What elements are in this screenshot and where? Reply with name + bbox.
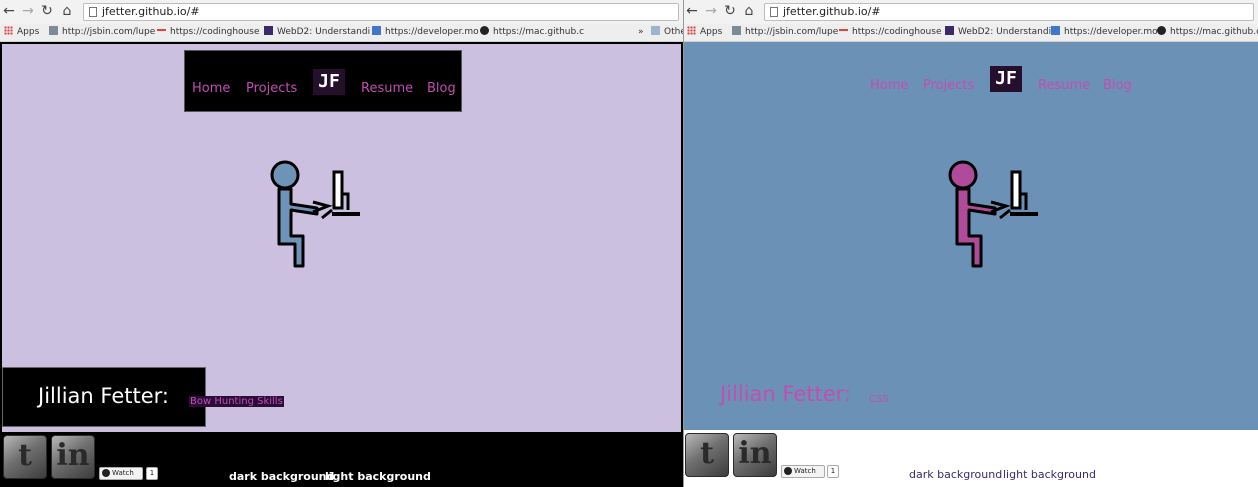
browser-window-right: ← → ↻ ⌂ jfetter.github.io/# Apps http://… [683, 0, 1258, 487]
bookmark-webd2[interactable]: WebD2: Understandi [264, 26, 370, 39]
address-bar-url: jfetter.github.io/# [783, 5, 881, 18]
back-arrow-icon[interactable]: ← [2, 3, 16, 19]
coder-at-computer-icon [270, 160, 360, 268]
site-owner-name: Jillian Fetter: [720, 382, 851, 406]
bookmark-codinghouse[interactable]: https://codinghouse [839, 26, 942, 39]
codinghouse-icon [157, 29, 166, 35]
codinghouse-icon [839, 29, 848, 35]
footer: t in Watch 1 dark background light backg… [2, 432, 681, 487]
rotating-skill: CSS [869, 394, 889, 405]
browser-window-left: ← → ↻ ⌂ jfetter.github.io/# Apps http://… [0, 0, 683, 487]
address-bar[interactable]: jfetter.github.io/# [83, 3, 679, 21]
jsbin-icon [49, 26, 58, 35]
github-icon [480, 26, 489, 35]
browser-toolbar: ← → ↻ ⌂ jfetter.github.io/# [684, 0, 1258, 24]
nav-projects[interactable]: Projects [923, 78, 974, 93]
dark-background-link[interactable]: dark background [229, 470, 334, 483]
nav-projects[interactable]: Projects [246, 81, 297, 96]
address-bar-url: jfetter.github.io/# [102, 5, 200, 18]
bookmark-developer[interactable]: https://developer.mo [1051, 26, 1158, 39]
light-background-link[interactable]: light background [1003, 468, 1096, 481]
mdn-icon [1051, 26, 1060, 35]
github-icon [1157, 26, 1166, 35]
home-icon[interactable]: ⌂ [60, 3, 74, 19]
bookmark-jsbin[interactable]: http://jsbin.com/lupe [732, 26, 838, 39]
nav-resume[interactable]: Resume [361, 81, 413, 96]
nav-blog[interactable]: Blog [1103, 78, 1132, 93]
bookmark-other[interactable]: Othe [651, 26, 683, 39]
main-nav: Home Projects JF Resume Blog [864, 48, 1144, 108]
folder-icon [651, 26, 660, 35]
forward-arrow-icon[interactable]: → [21, 3, 35, 19]
nav-home[interactable]: Home [192, 81, 230, 96]
dark-background-link[interactable]: dark background [909, 468, 1002, 481]
main-nav: Home Projects JF Resume Blog [184, 50, 462, 112]
bookmarks-bar: Apps http://jsbin.com/lupe https://codin… [684, 24, 1258, 42]
bookmark-webd2[interactable]: WebD2: Understandi [945, 26, 1051, 39]
nav-resume[interactable]: Resume [1038, 78, 1090, 93]
page-icon [89, 7, 97, 17]
bookmark-apps[interactable]: Apps [4, 26, 39, 39]
reload-icon[interactable]: ↻ [723, 3, 737, 19]
github-watch-count: 1 [146, 467, 158, 480]
github-watch-button[interactable]: Watch [781, 465, 825, 478]
reload-icon[interactable]: ↻ [40, 3, 54, 19]
rotating-skill: Bow Hunting Skills [189, 396, 284, 407]
page-icon [770, 7, 778, 17]
forward-arrow-icon[interactable]: → [704, 3, 718, 19]
page-content: Home Projects JF Resume Blog Jillian Fet… [0, 42, 683, 487]
back-arrow-icon[interactable]: ← [685, 3, 699, 19]
linkedin-icon[interactable]: in [51, 435, 95, 479]
twitter-icon[interactable]: t [3, 435, 47, 479]
jsbin-icon [732, 26, 741, 35]
logo-jf[interactable]: JF [990, 66, 1022, 92]
bookmark-apps[interactable]: Apps [687, 26, 722, 39]
bookmark-github[interactable]: https://mac.github.c [480, 26, 584, 39]
coder-at-computer-icon [948, 160, 1038, 268]
github-icon [102, 469, 110, 477]
apps-grid-icon [4, 26, 13, 35]
site-owner-name: Jillian Fetter: [38, 384, 169, 408]
bookmark-codinghouse[interactable]: https://codinghouse [157, 26, 260, 39]
mdn-icon [372, 26, 381, 35]
github-watch-count: 1 [827, 465, 839, 478]
logo-jf[interactable]: JF [313, 69, 345, 95]
light-background-link[interactable]: light background [325, 470, 431, 483]
footer: t in Watch 1 dark background light backg… [684, 430, 1258, 487]
bookmarks-overflow-chevron[interactable]: » [638, 26, 644, 39]
nav-home[interactable]: Home [870, 78, 908, 93]
nav-blog[interactable]: Blog [427, 81, 456, 96]
home-icon[interactable]: ⌂ [742, 3, 756, 19]
linkedin-icon[interactable]: in [733, 433, 777, 477]
w-icon [264, 26, 273, 35]
twitter-icon[interactable]: t [685, 433, 729, 477]
browser-toolbar: ← → ↻ ⌂ jfetter.github.io/# [0, 0, 683, 24]
github-icon [784, 467, 792, 475]
w-icon [945, 26, 954, 35]
bookmark-developer[interactable]: https://developer.mo [372, 26, 479, 39]
address-bar[interactable]: jfetter.github.io/# [764, 3, 1254, 21]
bookmark-github[interactable]: https://mac.github.c [1157, 26, 1258, 39]
bookmark-jsbin[interactable]: http://jsbin.com/lupe [49, 26, 155, 39]
page-content: Home Projects JF Resume Blog Jillian Fet… [684, 42, 1258, 487]
apps-grid-icon [687, 26, 696, 35]
github-watch-button[interactable]: Watch [99, 467, 143, 480]
bookmarks-bar: Apps http://jsbin.com/lupe https://codin… [0, 24, 683, 42]
